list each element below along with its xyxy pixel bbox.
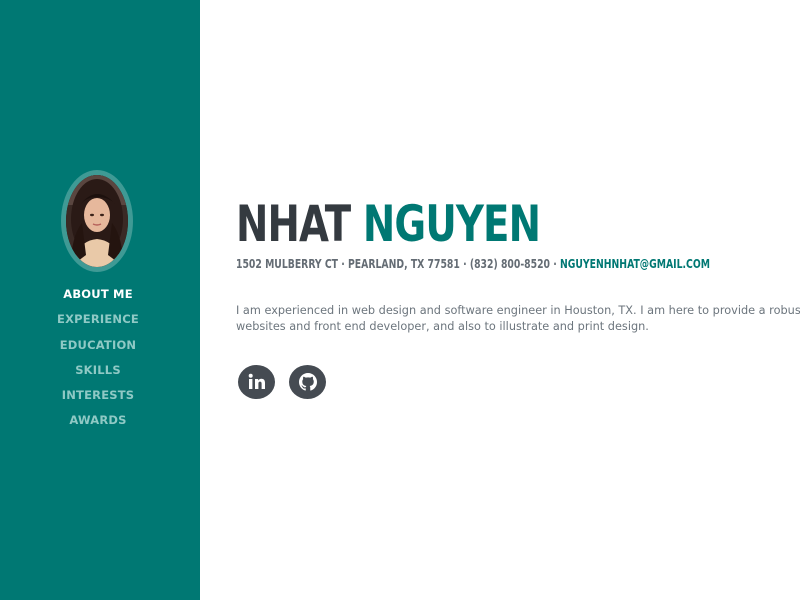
github-icon (298, 373, 317, 391)
page-title: NHAT NGUYEN (236, 192, 541, 256)
bio-line-2: websites and front end developer, and al… (236, 320, 649, 333)
about-section: NHAT NGUYEN 1502 MULBERRY CT · PEARLAND,… (200, 0, 800, 600)
social-links (238, 365, 326, 399)
nav-item-experience[interactable]: EXPERIENCE (0, 308, 196, 333)
last-name: NGUYEN (362, 195, 541, 253)
nav-item-awards[interactable]: AWARDS (0, 409, 196, 434)
avatar-ring (61, 170, 133, 272)
contact-address: 1502 MULBERRY CT · PEARLAND, TX 77581 · … (236, 257, 561, 271)
nav-item-about-me[interactable]: ABOUT ME (0, 283, 196, 308)
first-name: NHAT (236, 195, 351, 253)
sidebar: ABOUT ME EXPERIENCE EDUCATION SKILLS INT… (0, 0, 200, 600)
avatar (66, 175, 128, 267)
linkedin-button[interactable] (238, 365, 275, 399)
page: ABOUT ME EXPERIENCE EDUCATION SKILLS INT… (0, 0, 800, 600)
contact-info: 1502 MULBERRY CT · PEARLAND, TX 77581 · … (236, 256, 710, 272)
sidebar-nav: ABOUT ME EXPERIENCE EDUCATION SKILLS INT… (0, 283, 196, 435)
linkedin-icon (248, 373, 265, 389)
nav-item-skills[interactable]: SKILLS (0, 359, 196, 384)
profile-photo (66, 175, 128, 267)
nav-item-education[interactable]: EDUCATION (0, 334, 196, 359)
github-button[interactable] (289, 365, 326, 399)
bio-line-1: I am experienced in web design and softw… (236, 304, 800, 317)
bio-text: I am experienced in web design and softw… (236, 303, 800, 335)
nav-item-interests[interactable]: INTERESTS (0, 384, 196, 409)
email-link[interactable]: NGUYENHNHAT@GMAIL.COM (560, 257, 710, 271)
